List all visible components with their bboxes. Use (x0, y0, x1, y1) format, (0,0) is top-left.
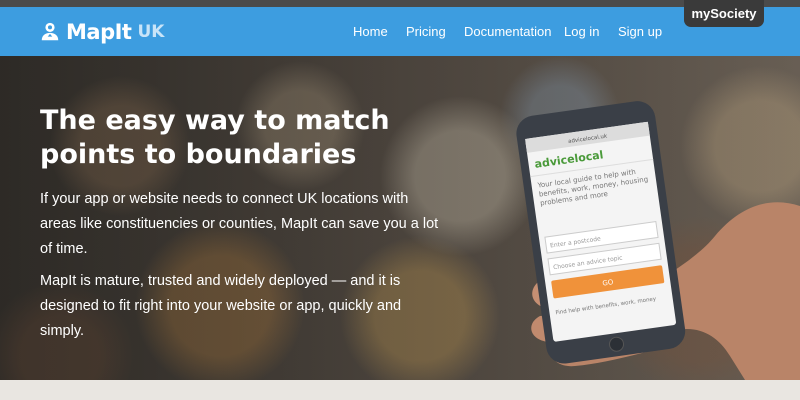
nav-documentation[interactable]: Documentation (464, 24, 551, 39)
mysociety-label: mySociety (691, 6, 757, 21)
nav-home[interactable]: Home (353, 24, 388, 39)
nav-pricing[interactable]: Pricing (406, 24, 446, 39)
hero-paragraph-1: If your app or website needs to connect … (40, 191, 439, 257)
top-strip (0, 0, 800, 7)
hero-title-line-2: points to boundaries (40, 139, 357, 170)
nav-log-in[interactable]: Log in (564, 24, 599, 39)
hero-section: The easy way to match points to boundari… (0, 56, 800, 380)
hero-paragraph-2: MapIt is mature, trusted and widely depl… (40, 273, 402, 339)
mapit-logo-link[interactable]: MapIt UK (39, 19, 164, 45)
page-bottom-band (0, 380, 800, 400)
logo-region: UK (137, 22, 165, 42)
nav-sign-up[interactable]: Sign up (618, 24, 662, 39)
phone-go-label: GO (602, 278, 614, 288)
phone-in-hand-illustration: advicelocal.uk advicelocal Your local gu… (516, 101, 800, 380)
map-pin-people-icon (41, 22, 59, 41)
hero-title: The easy way to match points to boundari… (40, 104, 440, 172)
hero-title-line-1: The easy way to match (40, 105, 390, 136)
logo-name: MapIt (66, 20, 132, 44)
mysociety-badge[interactable]: mySociety (684, 0, 764, 27)
site-header: MapIt UK Home Pricing Documentation Log … (0, 7, 800, 56)
